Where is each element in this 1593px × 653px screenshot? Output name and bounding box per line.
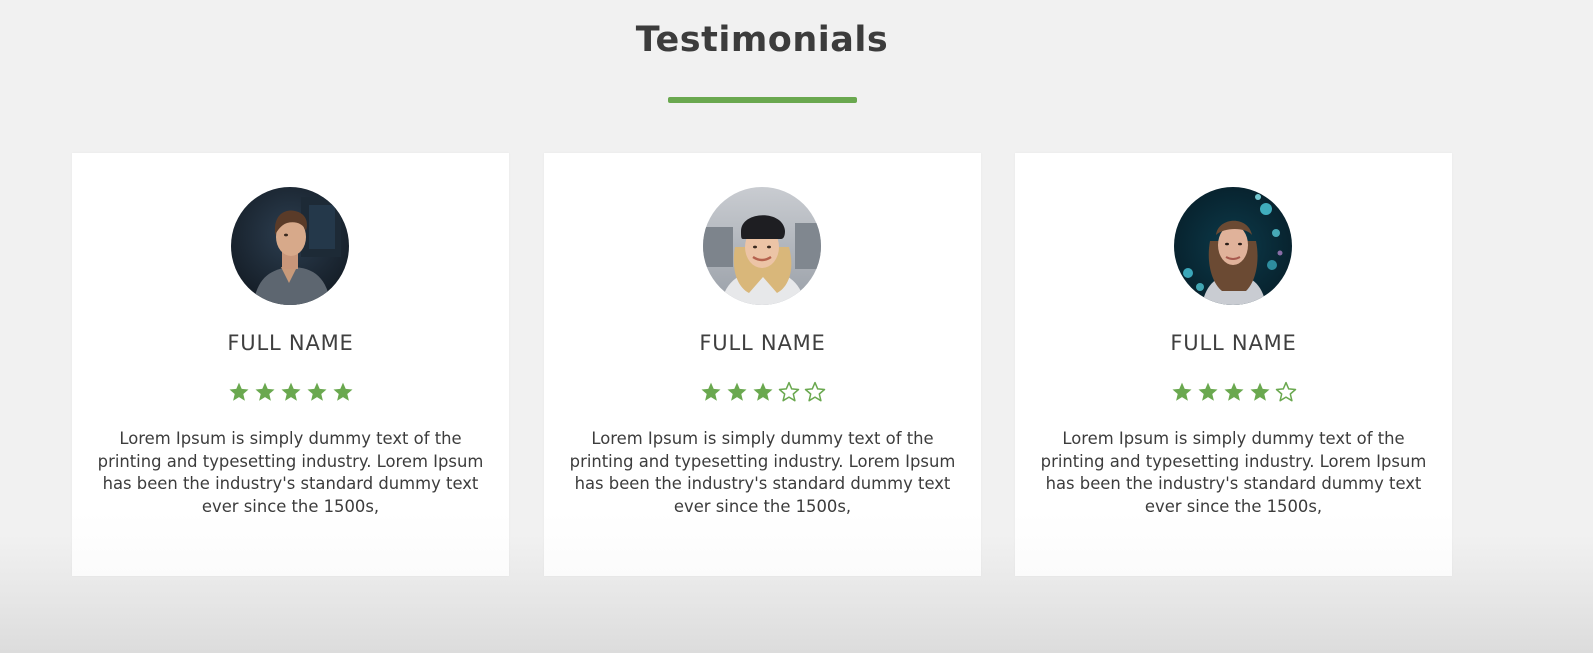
testimonials-section: Testimonials FULL NAME Lorem Ipsum is si… [0,0,1593,653]
testimonial-card: FULL NAME Lorem Ipsum is simply dummy te… [1015,153,1452,576]
title-underline [668,97,857,103]
avatar-woman-lights-photo [1174,187,1292,305]
star-filled-icon [228,381,250,403]
star-filled-icon [306,381,328,403]
star-filled-icon [700,381,722,403]
star-filled-icon [1223,381,1245,403]
reviewer-name: FULL NAME [1170,331,1297,355]
star-empty-icon [804,381,826,403]
testimonial-text: Lorem Ipsum is simply dummy text of the … [569,429,956,516]
avatar [231,187,349,305]
star-filled-icon [1249,381,1271,403]
star-filled-icon [332,381,354,403]
testimonial-text: Lorem Ipsum is simply dummy text of the … [1040,429,1427,516]
star-filled-icon [254,381,276,403]
testimonial-card: FULL NAME Lorem Ipsum is simply dummy te… [72,153,509,576]
star-filled-icon [280,381,302,403]
star-rating [1015,381,1452,403]
testimonial-card: FULL NAME Lorem Ipsum is simply dummy te… [544,153,981,576]
star-filled-icon [752,381,774,403]
star-empty-icon [778,381,800,403]
star-rating [72,381,509,403]
avatar [1174,187,1292,305]
testimonial-text: Lorem Ipsum is simply dummy text of the … [97,429,484,516]
star-rating [544,381,981,403]
star-empty-icon [1275,381,1297,403]
reviewer-name: FULL NAME [699,331,826,355]
avatar [703,187,821,305]
reviewer-name: FULL NAME [227,331,354,355]
avatar-woman-beanie-photo [703,187,821,305]
avatar-man-photo [231,187,349,305]
star-filled-icon [1197,381,1219,403]
star-filled-icon [1171,381,1193,403]
section-title: Testimonials [635,20,889,60]
star-filled-icon [726,381,748,403]
